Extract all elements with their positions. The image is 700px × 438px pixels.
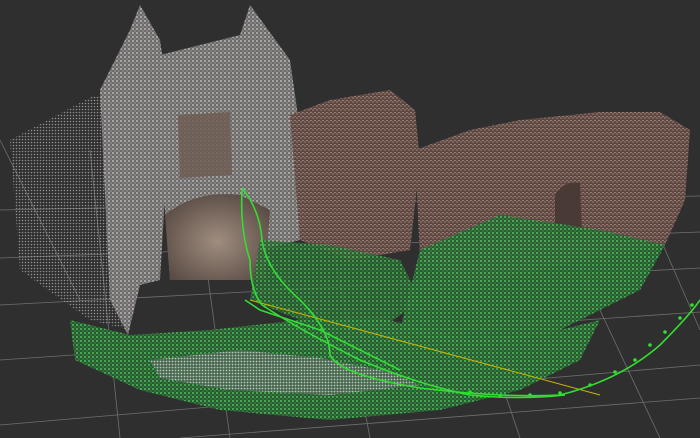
middle-wall <box>290 90 420 260</box>
upper-window <box>178 112 232 178</box>
trajectory-marker <box>528 393 532 397</box>
left-tower <box>100 5 170 335</box>
trajectory-marker <box>498 394 502 398</box>
trajectory-marker <box>613 370 617 374</box>
trajectory-marker <box>678 316 682 320</box>
trajectory-marker <box>648 343 652 347</box>
3d-viewport[interactable] <box>0 0 700 438</box>
trajectory-marker <box>468 390 472 394</box>
center-vegetation <box>250 240 420 330</box>
point-cloud-render <box>0 5 700 438</box>
trajectory-marker <box>690 303 694 307</box>
trajectory-marker <box>558 391 562 395</box>
trajectory-marker <box>588 383 592 387</box>
trajectory-marker <box>633 358 637 362</box>
trajectory-marker <box>663 330 667 334</box>
